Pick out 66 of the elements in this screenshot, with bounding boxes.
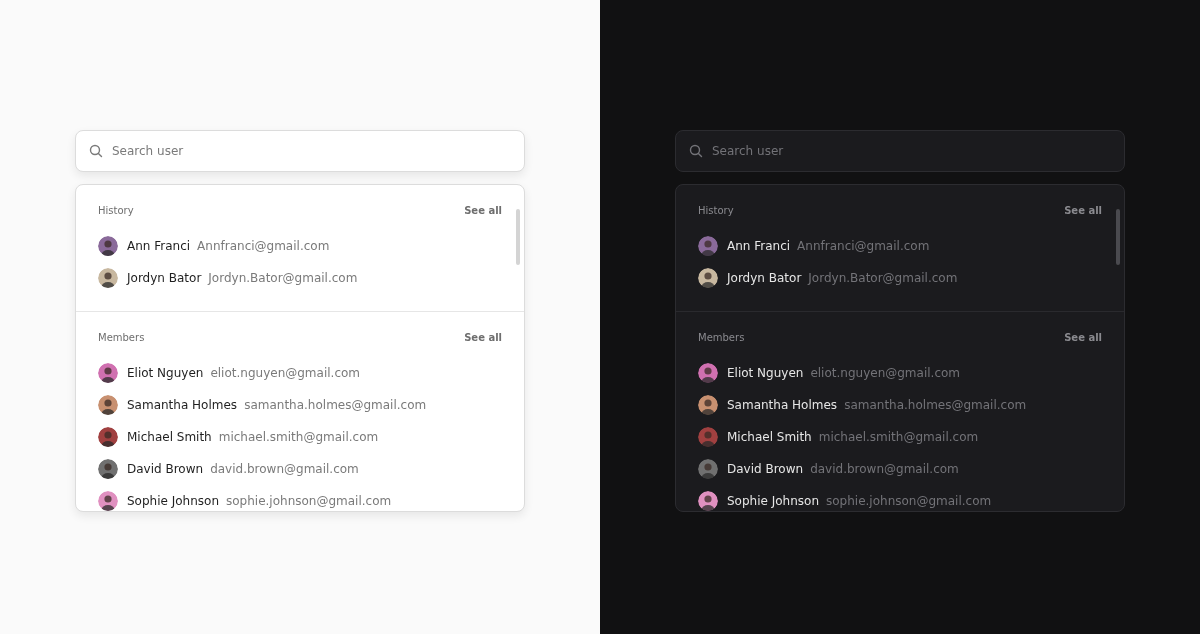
user-name: Eliot Nguyen <box>727 366 804 380</box>
user-email: michael.smith@gmail.com <box>218 430 379 444</box>
user-row[interactable]: Samantha Holmes samantha.holmes@gmail.com <box>98 389 502 421</box>
user-email: samantha.holmes@gmail.com <box>844 398 1027 412</box>
user-name: David Brown <box>127 462 204 476</box>
section-title: Members <box>98 331 145 343</box>
user-row[interactable]: David Brown david.brown@gmail.com <box>98 453 502 485</box>
user-email: Jordyn.Bator@gmail.com <box>808 271 958 285</box>
avatar-icon <box>98 491 118 511</box>
user-name: Sophie Johnson <box>727 494 819 508</box>
user-name: Ann Franci <box>127 239 191 253</box>
user-name: Samantha Holmes <box>127 398 238 412</box>
scrollbar-thumb[interactable] <box>516 209 520 265</box>
user-row[interactable]: Eliot Nguyen eliot.nguyen@gmail.com <box>98 357 502 389</box>
avatar-icon <box>698 395 718 415</box>
avatar-icon <box>698 459 718 479</box>
user-email: eliot.nguyen@gmail.com <box>810 366 960 380</box>
user-name: Samantha Holmes <box>727 398 838 412</box>
user-row[interactable]: Ann Franci Annfranci@gmail.com <box>698 230 1102 262</box>
user-email: Jordyn.Bator@gmail.com <box>208 271 358 285</box>
avatar-icon <box>698 268 718 288</box>
user-name: David Brown <box>727 462 804 476</box>
avatar-icon <box>698 236 718 256</box>
avatar-icon <box>698 427 718 447</box>
scrollbar-thumb[interactable] <box>1116 209 1120 265</box>
user-email: Annfranci@gmail.com <box>197 239 330 253</box>
user-email: michael.smith@gmail.com <box>818 430 979 444</box>
avatar-icon <box>98 236 118 256</box>
avatar-icon <box>698 363 718 383</box>
see-all-link[interactable]: See all <box>464 331 502 343</box>
see-all-link[interactable]: See all <box>1064 204 1102 216</box>
user-name: Ann Franci <box>727 239 791 253</box>
user-row[interactable]: Sophie Johnson sophie.johnson@gmail.com <box>698 485 1102 511</box>
user-row[interactable]: Eliot Nguyen eliot.nguyen@gmail.com <box>698 357 1102 389</box>
user-name: Michael Smith <box>727 430 812 444</box>
user-email: david.brown@gmail.com <box>810 462 959 476</box>
user-name: Michael Smith <box>127 430 212 444</box>
see-all-link[interactable]: See all <box>1064 331 1102 343</box>
avatar-icon <box>98 427 118 447</box>
user-row[interactable]: Michael Smith michael.smith@gmail.com <box>98 421 502 453</box>
section-title: History <box>98 204 134 216</box>
search-field[interactable]: Search user <box>675 130 1125 172</box>
user-row[interactable]: David Brown david.brown@gmail.com <box>698 453 1102 485</box>
user-email: sophie.johnson@gmail.com <box>826 494 992 508</box>
user-email: david.brown@gmail.com <box>210 462 359 476</box>
user-name: Sophie Johnson <box>127 494 219 508</box>
user-email: eliot.nguyen@gmail.com <box>210 366 360 380</box>
user-email: sophie.johnson@gmail.com <box>226 494 392 508</box>
user-row[interactable]: Samantha Holmes samantha.holmes@gmail.com <box>698 389 1102 421</box>
avatar-icon <box>98 395 118 415</box>
user-row[interactable]: Michael Smith michael.smith@gmail.com <box>698 421 1102 453</box>
user-name: Eliot Nguyen <box>127 366 204 380</box>
section-title: Members <box>698 331 745 343</box>
user-row[interactable]: Ann Franci Annfranci@gmail.com <box>98 230 502 262</box>
avatar-icon <box>98 459 118 479</box>
user-row[interactable]: Jordyn Bator Jordyn.Bator@gmail.com <box>98 262 502 294</box>
avatar-icon <box>98 268 118 288</box>
user-name: Jordyn Bator <box>127 271 202 285</box>
user-email: Annfranci@gmail.com <box>797 239 930 253</box>
user-email: samantha.holmes@gmail.com <box>244 398 427 412</box>
section-title: History <box>698 204 734 216</box>
avatar-icon <box>98 363 118 383</box>
see-all-link[interactable]: See all <box>464 204 502 216</box>
user-name: Jordyn Bator <box>727 271 802 285</box>
user-row[interactable]: Sophie Johnson sophie.johnson@gmail.com <box>98 485 502 511</box>
user-row[interactable]: Jordyn Bator Jordyn.Bator@gmail.com <box>698 262 1102 294</box>
